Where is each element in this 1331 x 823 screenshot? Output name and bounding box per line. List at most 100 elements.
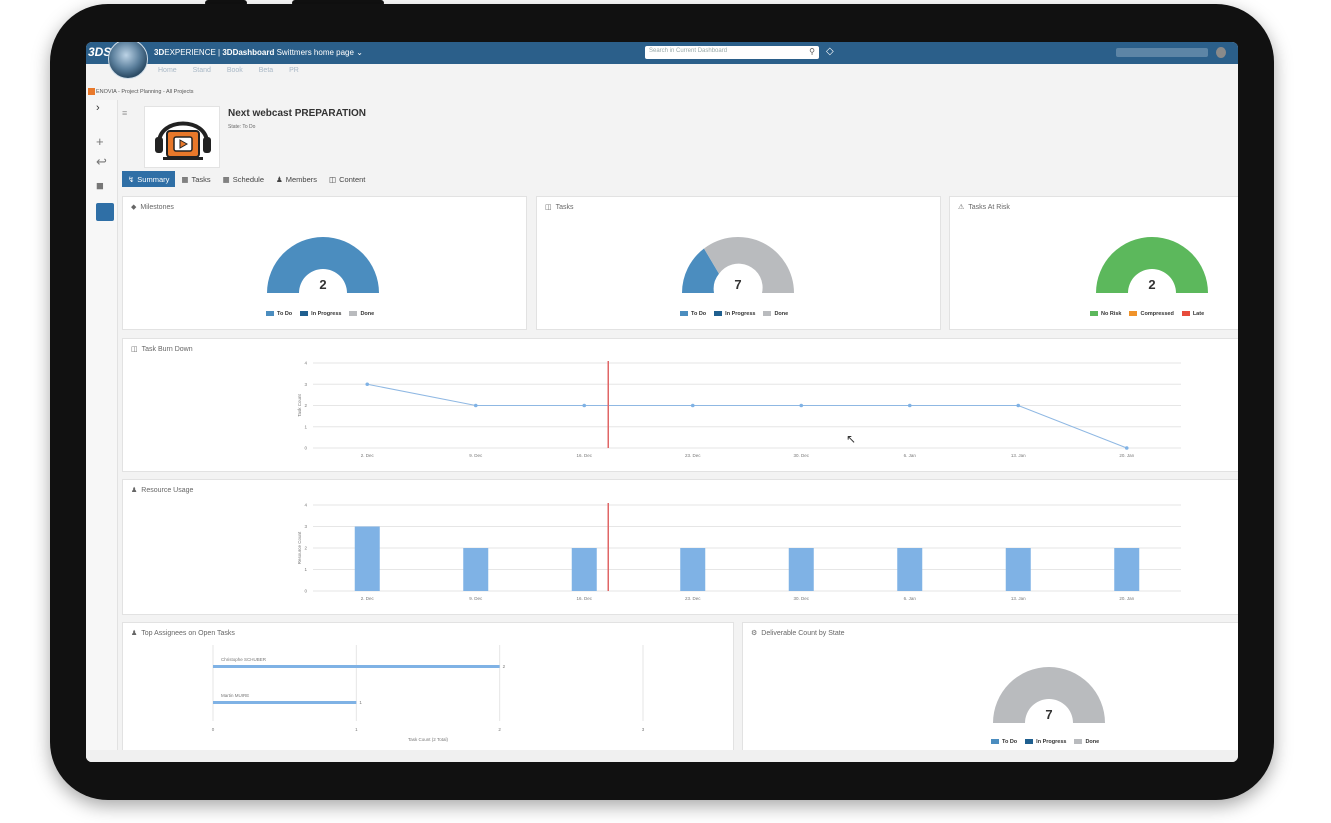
search-placeholder: Search in Current Dashboard: [649, 48, 728, 54]
legend-item[interactable]: In Progress: [1025, 739, 1066, 745]
bar: [1005, 548, 1031, 591]
y-tick-label: 3: [304, 382, 307, 387]
legend-label: In Progress: [725, 311, 756, 317]
x-tick-label: 2: [498, 727, 501, 732]
tag-icon[interactable]: ◇: [826, 46, 834, 57]
dashboard-name: Swittmers home page: [274, 48, 354, 57]
project-view-icon[interactable]: [96, 203, 114, 221]
mouse-cursor-icon: ↖: [846, 432, 857, 446]
left-toolbar: › + ↩ ■: [86, 100, 118, 762]
x-tick-label: 2. Dec: [361, 453, 375, 458]
legend-label: Compressed: [1140, 311, 1174, 317]
add-icon[interactable]: +: [96, 134, 104, 149]
legend-item[interactable]: To Do: [991, 739, 1017, 745]
page-title: Next webcast PREPARATION: [228, 108, 366, 119]
chart-legend: No Risk Compressed Late: [1090, 311, 1204, 317]
milestones-count: 2: [319, 277, 327, 292]
y-axis-label: Resource Count: [297, 531, 302, 564]
legend-label: Late: [1192, 311, 1205, 317]
compass-icon[interactable]: [108, 42, 148, 79]
tab-summary[interactable]: ↯ Summary: [122, 171, 176, 187]
project-state: State: To Do: [228, 124, 256, 130]
legend-item[interactable]: No Risk: [1090, 311, 1121, 317]
legend-item[interactable]: Late: [1181, 311, 1205, 317]
tab-label: Schedule: [232, 174, 265, 184]
legend-label: To Do: [691, 311, 707, 317]
x-tick-label: 20. Jan: [1119, 596, 1134, 601]
top-assignees-chart: 0 1 2 3 Task Count (2 Total) Christophe SCHUB…: [212, 645, 645, 742]
tab-content[interactable]: ◫ Content: [323, 171, 371, 187]
data-label: 1: [359, 700, 362, 705]
chevron-down-icon[interactable]: ⌄: [356, 48, 363, 57]
user-name[interactable]: [1116, 48, 1208, 57]
x-tick-label: 6. Jan: [904, 453, 917, 458]
tab-schedule[interactable]: ▦ Schedule: [217, 171, 270, 187]
legend-item[interactable]: Done: [1074, 739, 1099, 745]
resource-usage-panel: ♟ Resource Usage 0 1 2 3 4 Resource Count 2. De…: [122, 479, 1238, 615]
tab-members[interactable]: ♟ Members: [270, 171, 323, 187]
legend-label: In Progress: [311, 311, 342, 317]
tasks-count: 7: [734, 277, 742, 292]
y-tick-label: 4: [304, 503, 307, 508]
enovia-app-icon: [88, 88, 95, 95]
trash-icon: ▦: [181, 174, 189, 184]
avatar[interactable]: [1216, 47, 1226, 58]
x-tick-label: 0: [212, 727, 215, 732]
tasks-at-risk-panel: ⚠ Tasks At Risk 2 No Risk Compressed Late: [949, 196, 1238, 330]
data-label: 2: [503, 664, 506, 669]
legend-item[interactable]: Done: [763, 311, 788, 317]
people-icon: ♟: [276, 174, 283, 184]
search-icon[interactable]: ⚲: [809, 47, 815, 56]
tab-label: Tasks: [191, 174, 211, 184]
x-tick-label: 30. Dec: [793, 453, 809, 458]
bar: [463, 548, 489, 591]
panel-header: ⚙ Deliverable Count by State: [751, 629, 845, 638]
data-point: [582, 403, 587, 408]
data-point: [799, 403, 804, 408]
legend-item[interactable]: Done: [349, 311, 374, 317]
deliverable-icon: ⚙: [751, 630, 758, 637]
search-input[interactable]: Search in Current Dashboard ⚲: [645, 46, 819, 59]
legend-label: No Risk: [1101, 311, 1122, 317]
milestones-panel: ◆ Milestones 2 To Do In Progress Done: [122, 196, 527, 330]
deliverables-panel: ⚙ Deliverable Count by State 7 To Do In P…: [742, 622, 1238, 752]
legend-item[interactable]: Compressed: [1129, 311, 1174, 317]
legend-item[interactable]: To Do: [266, 311, 292, 317]
dashboard-tabs[interactable]: Home Stand Book Beta PR: [158, 67, 299, 74]
brand-experience: EXPERIENCE: [164, 48, 216, 57]
panel-header: ◫ Tasks: [545, 203, 574, 212]
top-bar: 3DS 3DEXPERIENCE | 3DDashboard Swittmers…: [86, 42, 1238, 64]
y-tick-label: 1: [304, 567, 307, 572]
y-tick-label: 2: [304, 546, 307, 551]
bar: [213, 665, 500, 668]
expand-panel-icon[interactable]: ≡: [122, 108, 127, 118]
import-icon[interactable]: ↩: [96, 154, 107, 170]
bar: [680, 548, 706, 591]
breadcrumb-text[interactable]: ENOVIA - Project Planning - All Projects: [96, 89, 194, 95]
assignee-label: Martin MUIRE: [221, 693, 249, 698]
legend-item[interactable]: In Progress: [300, 311, 341, 317]
data-point: [473, 403, 478, 408]
y-tick-label: 0: [304, 446, 307, 451]
panel-title: Milestones: [140, 203, 174, 211]
tab-tasks[interactable]: ▦ Tasks: [175, 171, 216, 187]
y-tick-label: 2: [304, 403, 307, 408]
legend-label: To Do: [277, 311, 293, 317]
x-tick-label: 20. Jan: [1119, 453, 1134, 458]
legend-item[interactable]: In Progress: [714, 311, 755, 317]
panel-title: Deliverable Count by State: [761, 629, 845, 637]
burn-down-chart: 0 1 2 3 4 Task Count 2. Dec 9. Dec 16. Dec 23. De…: [297, 361, 1181, 458]
chevron-right-icon[interactable]: ›: [96, 102, 100, 114]
app-title[interactable]: 3DEXPERIENCE | 3DDashboard Swittmers hom…: [154, 48, 363, 57]
warning-icon: ⚠: [958, 204, 965, 211]
legend-label: Done: [1085, 739, 1100, 745]
folder-icon[interactable]: ■: [96, 178, 104, 193]
y-tick-label: 4: [304, 361, 307, 366]
x-tick-label: 13. Jan: [1011, 596, 1026, 601]
legend-item[interactable]: To Do: [680, 311, 706, 317]
bar: [897, 548, 923, 591]
data-point: [690, 403, 695, 408]
data-point: [1124, 446, 1129, 450]
chart-legend: To Do In Progress Done: [266, 311, 374, 317]
y-tick-label: 1: [304, 424, 307, 429]
